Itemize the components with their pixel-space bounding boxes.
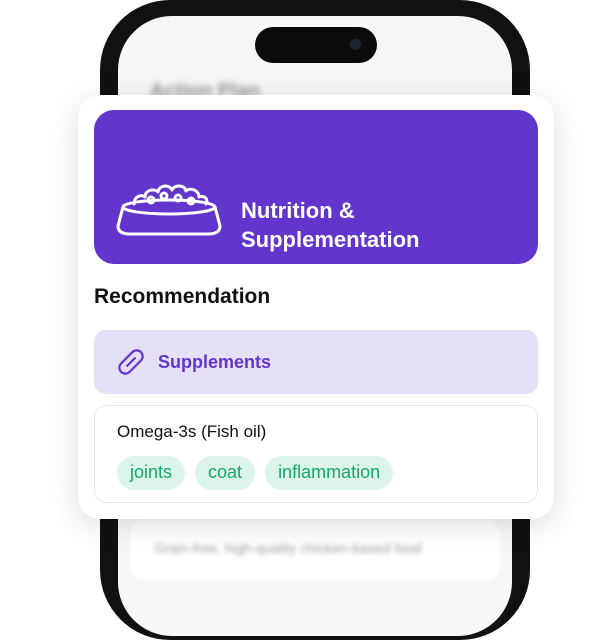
nutrition-card: Nutrition & Supplementation Recommendati… xyxy=(78,95,554,519)
camera-icon xyxy=(350,39,361,50)
supplements-label: Supplements xyxy=(158,352,272,372)
tag-inflammation: inflammation xyxy=(265,456,394,490)
supplement-name: Omega-3s (Fish oil) xyxy=(117,422,267,441)
supplements-category[interactable]: Supplements xyxy=(94,330,538,394)
card-header: Nutrition & Supplementation xyxy=(94,110,538,264)
dynamic-island xyxy=(255,27,377,63)
tag-joints: joints xyxy=(117,456,186,490)
card-title: Nutrition & Supplementation xyxy=(241,198,420,252)
tag-coat: coat xyxy=(195,456,256,490)
supplement-item[interactable]: Omega-3s (Fish oil) joints coat inflamma… xyxy=(94,405,538,503)
pill-icon xyxy=(118,349,144,375)
food-bowl-icon xyxy=(116,184,222,236)
recommendation-heading: Recommendation xyxy=(94,285,271,308)
background-card-text: Grain-free, high-quality chicken-based f… xyxy=(154,540,422,556)
tag-list: joints coat inflammation xyxy=(117,456,394,490)
